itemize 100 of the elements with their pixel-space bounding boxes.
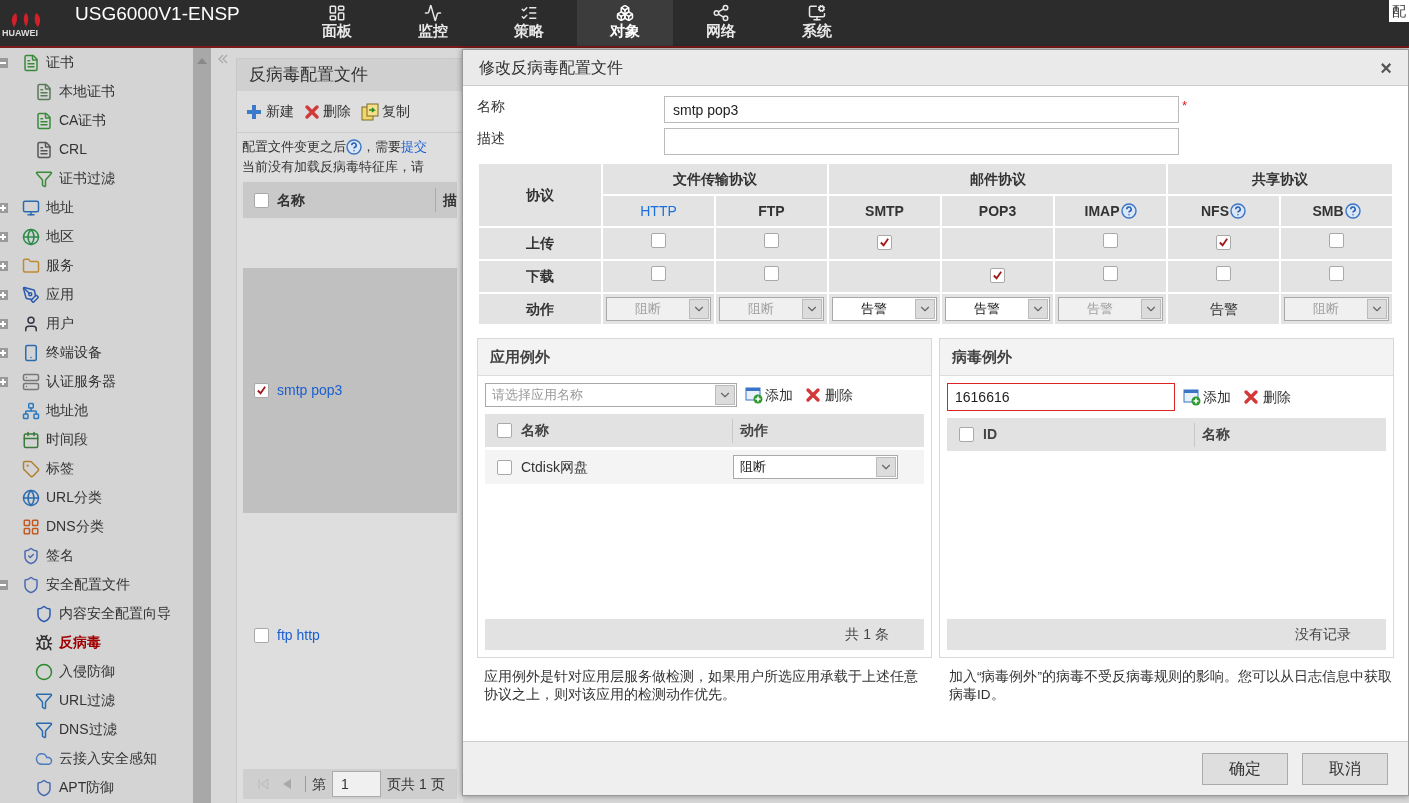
row-header: 协议 [478,163,602,227]
tree-item[interactable]: 地区 [46,226,74,247]
help-icon[interactable] [1344,203,1361,219]
expand-icon[interactable] [0,260,8,271]
column-header: 名称 [1201,425,1230,444]
submit-link[interactable]: 提交 [401,137,427,157]
tree-item[interactable]: DNS过滤 [59,719,117,740]
circle-icon [35,662,53,681]
checkbox[interactable] [497,423,512,438]
tree-item[interactable]: 内容安全配置向导 [59,603,171,624]
input-field[interactable]: 1616616 [947,383,1175,411]
collapse-icon[interactable] [0,57,8,68]
nav-tab[interactable]: 系统 [769,0,865,46]
tree-item[interactable]: 时间段 [46,429,88,450]
input-field[interactable]: smtp pop3 [664,96,1179,123]
checkbox[interactable] [764,233,779,248]
checkbox[interactable] [1216,266,1231,281]
tree-item[interactable]: APT防御 [59,777,115,798]
panel-title: 反病毒配置文件 [237,59,463,91]
dropdown[interactable]: 告警 [832,297,937,321]
expand-icon[interactable] [0,347,8,358]
help-icon[interactable] [1230,203,1246,219]
delete-button[interactable]: 删除 [1243,386,1291,408]
tree-item[interactable]: 地址池 [46,400,88,421]
checkbox[interactable] [254,192,269,208]
tree-item[interactable]: URL过滤 [59,690,115,711]
tree-item[interactable]: 应用 [46,284,74,305]
table-row[interactable]: Ctdisk网盘 阻断 [485,450,924,484]
corner-button[interactable]: 配 [1389,0,1409,22]
delete-button[interactable]: 删除 [805,384,853,406]
checkbox[interactable] [1216,235,1231,250]
tree-item[interactable]: 标签 [46,458,74,479]
nav-tab[interactable]: 网络 [673,0,769,46]
checkbox[interactable] [651,266,666,281]
tree-item[interactable]: 证书过滤 [59,168,115,189]
checkbox[interactable] [1329,266,1344,281]
tree-item[interactable]: 入侵防御 [59,661,115,682]
filter-icon [35,720,53,739]
checkbox[interactable] [254,628,269,643]
dropdown[interactable]: 告警 [945,297,1050,321]
expand-icon[interactable] [0,318,8,329]
column-header: 名称 [521,421,549,440]
nav-tab[interactable]: 面板 [289,0,385,46]
expand-icon[interactable] [0,202,8,213]
certificate-icon [35,111,53,130]
nav-tab[interactable]: 策略 [481,0,577,46]
expand-icon[interactable] [0,289,8,300]
help-icon[interactable] [1120,203,1137,219]
tree-item[interactable]: 用户 [46,313,74,334]
tree-item[interactable]: DNS分类 [46,516,104,537]
document-icon [35,140,53,159]
page-field[interactable]: 1 [332,771,381,797]
tree-item[interactable]: 本地证书 [59,81,115,102]
tree-item[interactable]: 终端设备 [46,342,102,363]
help-icon[interactable] [346,139,362,155]
tree-item[interactable]: CA证书 [59,110,107,131]
tree-item[interactable]: 签名 [46,545,74,566]
checkbox[interactable] [497,459,512,475]
dialog-button[interactable]: 取消 [1302,752,1388,785]
collapse-icon[interactable] [217,54,229,64]
tree-item[interactable]: 云接入安全感知 [59,748,157,769]
tree-item[interactable]: 认证服务器 [46,371,116,392]
add-button[interactable]: 添加 [745,384,793,406]
checkbox[interactable] [877,235,892,250]
tree-item[interactable]: 服务 [46,255,74,276]
field-label: 描述 [477,129,506,148]
add-icon [1183,388,1201,406]
tree-item[interactable]: 地址 [46,197,74,218]
dialog-button[interactable]: 确定 [1202,752,1288,785]
tree-item[interactable]: 反病毒 [59,632,101,653]
help-text: 应用例外是针对应用层服务做检测，如果用户所选应用承载于上述任意协议之上，则对该应用的检测动作优先。 [483,668,919,704]
checkbox[interactable] [764,266,779,281]
checkbox[interactable] [959,427,974,442]
scroll-up-icon[interactable] [197,58,207,64]
checkbox[interactable] [254,383,269,398]
nav-tab[interactable]: 监控 [385,0,481,46]
nav-tab[interactable]: 对象 [577,0,673,46]
checkbox[interactable] [1103,266,1118,281]
toolbar-button[interactable]: 复制 [361,101,410,122]
column-header: ID [983,425,997,444]
input-field[interactable] [664,128,1179,155]
tree-item[interactable]: URL分类 [46,487,102,508]
dropdown[interactable]: 阻断 [733,455,898,479]
profile-link[interactable]: ftp http [277,625,320,646]
add-button[interactable]: 添加 [1183,386,1231,408]
tree-item[interactable]: 安全配置文件 [46,574,130,595]
expand-icon[interactable] [0,376,8,387]
previous-page-icon[interactable] [281,778,293,790]
collapse-icon[interactable] [0,579,8,590]
boxes-icon [616,4,634,22]
close-button[interactable]: × [1380,57,1392,78]
expand-icon[interactable] [0,231,8,242]
checkbox[interactable] [651,233,666,248]
tree-item[interactable]: CRL [59,139,87,160]
tree-item[interactable]: 证书 [46,52,74,73]
checkbox[interactable] [1103,233,1118,248]
toolbar-button[interactable]: 删除 [304,101,351,122]
toolbar-button[interactable]: 新建 [245,101,294,122]
checkbox[interactable] [1329,233,1344,248]
checkbox[interactable] [990,268,1005,283]
